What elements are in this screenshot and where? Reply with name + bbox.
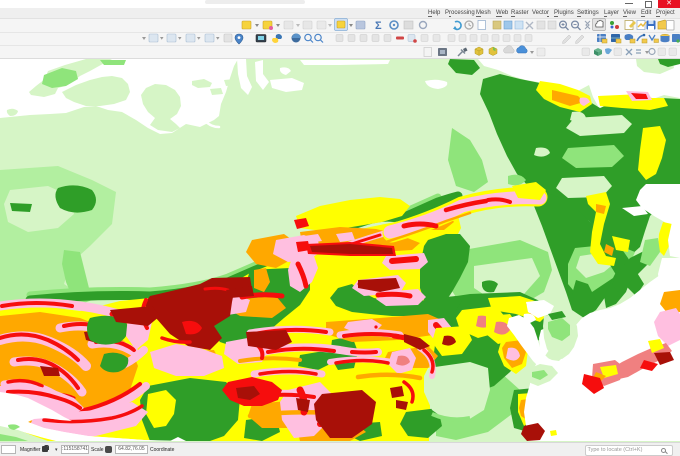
svg-text:Σ: Σ	[375, 20, 382, 32]
